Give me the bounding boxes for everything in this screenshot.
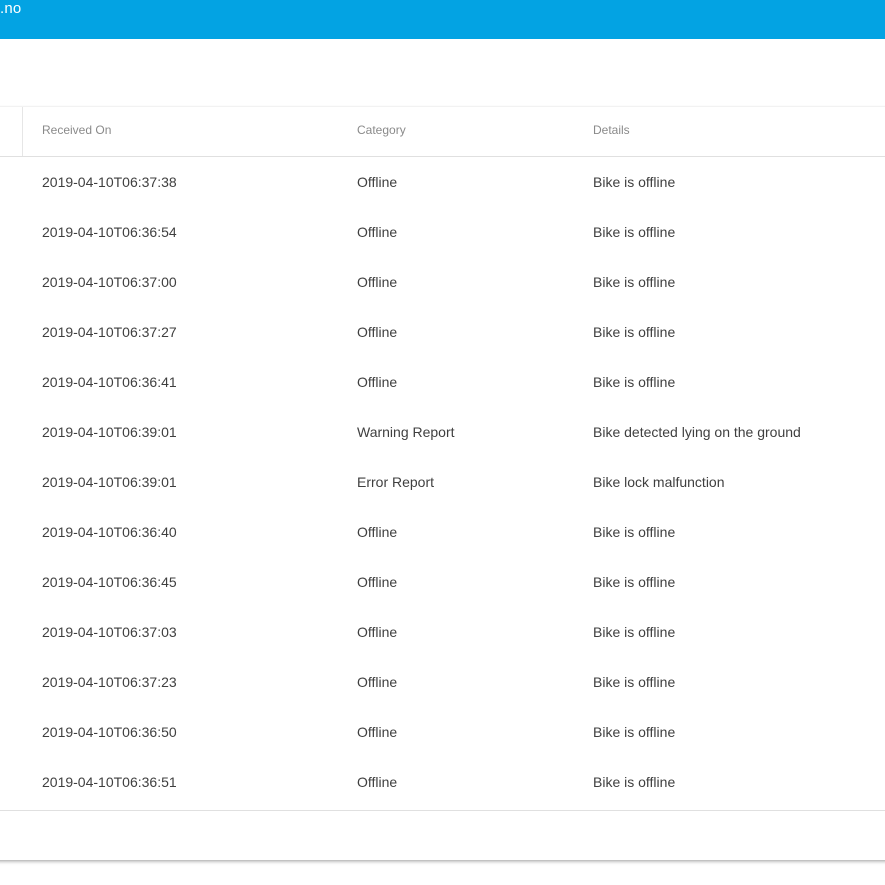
table-row[interactable]: 2019-04-10T06:36:45 Offline Bike is offlin…	[0, 557, 885, 607]
app-title: .no	[0, 0, 22, 17]
table-row[interactable]: 2019-04-10T06:36:51 Offline Bike is offlin…	[0, 757, 885, 807]
table-row[interactable]: 2019-04-10T06:36:41 Offline Bike is offlin…	[0, 357, 885, 407]
cell-received-on: 2019-04-10T06:36:51	[42, 774, 177, 790]
cell-details: Bike lock malfunction	[593, 474, 725, 490]
cell-category: Offline	[357, 724, 398, 740]
toolbar-area	[0, 39, 885, 107]
cell-category: Offline	[357, 524, 398, 540]
table-header: Received On Category Details	[0, 107, 885, 157]
header-column-divider	[22, 107, 23, 156]
cell-received-on: 2019-04-10T06:36:54	[42, 224, 177, 240]
cell-category: Offline	[357, 174, 398, 190]
cell-received-on: 2019-04-10T06:37:23	[42, 674, 177, 690]
table-row[interactable]: 2019-04-10T06:37:03 Offline Bike is offlin…	[0, 607, 885, 657]
cell-received-on: 2019-04-10T06:36:41	[42, 374, 177, 390]
cell-details: Bike is offline	[593, 624, 676, 640]
table-body: 2019-04-10T06:37:38 Offline Bike is offlin…	[0, 157, 885, 807]
column-header-category[interactable]: Category	[357, 107, 406, 153]
cell-category: Offline	[357, 674, 398, 690]
column-header-received-on[interactable]: Received On	[42, 107, 111, 153]
cell-category: Error Report	[357, 474, 435, 490]
cell-category: Offline	[357, 274, 398, 290]
table-row[interactable]: 2019-04-10T06:36:54 Offline Bike is offlin…	[0, 207, 885, 257]
cell-received-on: 2019-04-10T06:37:38	[42, 174, 177, 190]
table-row[interactable]: 2019-04-10T06:36:40 Offline Bike is offlin…	[0, 507, 885, 557]
cell-details: Bike is offline	[593, 724, 676, 740]
cell-details: Bike is offline	[593, 774, 676, 790]
cell-details: Bike detected lying on the ground	[593, 424, 801, 440]
cell-category: Offline	[357, 324, 398, 340]
table-row[interactable]: 2019-04-10T06:39:01 Warning Report Bike de…	[0, 407, 885, 457]
app-bar: .no	[0, 0, 885, 39]
cell-received-on: 2019-04-10T06:36:45	[42, 574, 177, 590]
cell-category: Offline	[357, 574, 398, 590]
table-row[interactable]: 2019-04-10T06:36:50 Offline Bike is offlin…	[0, 707, 885, 757]
events-table: Received On Category Details 2019-04-10T…	[0, 107, 885, 807]
cell-details: Bike is offline	[593, 574, 676, 590]
cell-details: Bike is offline	[593, 224, 676, 240]
cell-category: Offline	[357, 374, 398, 390]
cell-details: Bike is offline	[593, 174, 676, 190]
cell-received-on: 2019-04-10T06:39:01	[42, 424, 177, 440]
cell-received-on: 2019-04-10T06:37:03	[42, 624, 177, 640]
table-row[interactable]: 2019-04-10T06:37:27 Offline Bike is offlin…	[0, 307, 885, 357]
table-row[interactable]: 2019-04-10T06:39:01 Error Report Bike lock…	[0, 457, 885, 507]
cell-details: Bike is offline	[593, 274, 676, 290]
cell-received-on: 2019-04-10T06:37:27	[42, 324, 177, 340]
column-header-details[interactable]: Details	[593, 107, 630, 153]
events-card: Received On Category Details 2019-04-10T…	[0, 107, 885, 860]
cell-category: Offline	[357, 624, 398, 640]
cell-category: Offline	[357, 774, 398, 790]
cell-details: Bike is offline	[593, 524, 676, 540]
cell-details: Bike is offline	[593, 374, 676, 390]
table-row[interactable]: 2019-04-10T06:37:00 Offline Bike is offlin…	[0, 257, 885, 307]
cell-details: Bike is offline	[593, 324, 676, 340]
table-footer-divider	[0, 810, 885, 811]
cell-received-on: 2019-04-10T06:37:00	[42, 274, 177, 290]
cell-details: Bike is offline	[593, 674, 676, 690]
cell-received-on: 2019-04-10T06:36:40	[42, 524, 177, 540]
cell-category: Warning Report	[357, 424, 455, 440]
table-row[interactable]: 2019-04-10T06:37:38 Offline Bike is offlin…	[0, 157, 885, 207]
cell-received-on: 2019-04-10T06:39:01	[42, 474, 177, 490]
cell-received-on: 2019-04-10T06:36:50	[42, 724, 177, 740]
cell-category: Offline	[357, 224, 398, 240]
table-row[interactable]: 2019-04-10T06:37:23 Offline Bike is offlin…	[0, 657, 885, 707]
